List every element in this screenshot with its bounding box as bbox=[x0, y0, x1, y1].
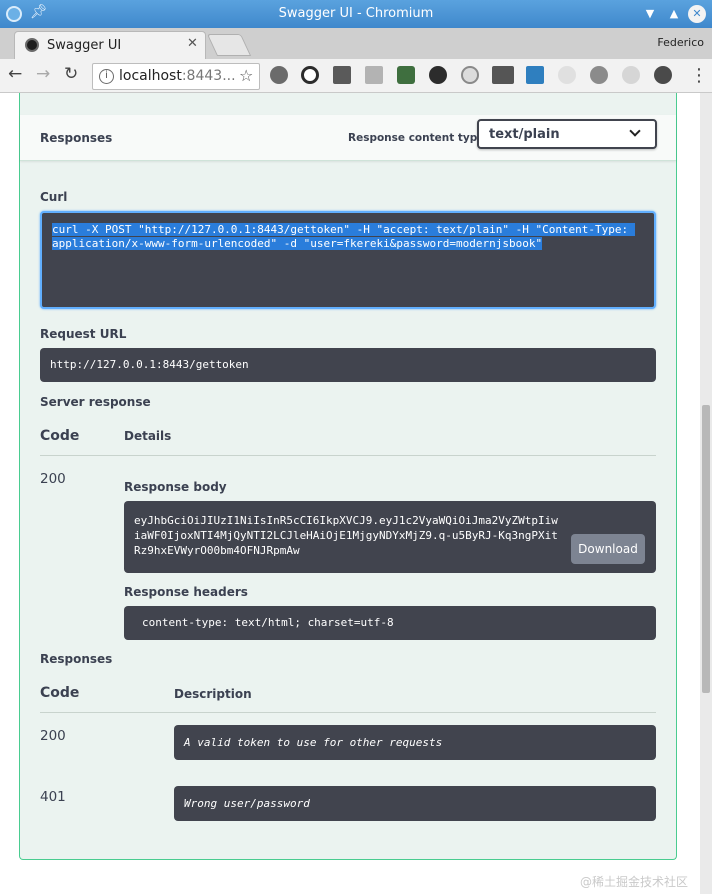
server-table-divider bbox=[40, 455, 656, 456]
response-code-401: 401 bbox=[40, 789, 66, 805]
new-tab-button[interactable] bbox=[206, 34, 252, 56]
maximize-icon[interactable]: ▲ bbox=[665, 5, 683, 23]
response-headers-text: content-type: text/html; charset=utf-8 bbox=[142, 616, 394, 629]
responses-title: Responses bbox=[40, 131, 113, 145]
response-content-type-select[interactable]: text/plain bbox=[477, 119, 657, 149]
response-code-200: 200 bbox=[40, 728, 66, 744]
extension-s-icon[interactable] bbox=[526, 66, 544, 84]
extension-gear-icon[interactable] bbox=[654, 66, 672, 84]
chevron-down-icon bbox=[629, 125, 641, 137]
request-url: http://127.0.0.1:8443/gettoken bbox=[50, 358, 249, 371]
extension-evernote-icon[interactable] bbox=[397, 66, 415, 84]
bookmark-star-icon[interactable]: ☆ bbox=[239, 66, 253, 85]
forward-arrow-icon[interactable]: → bbox=[36, 64, 50, 84]
window-title: Swagger UI - Chromium bbox=[278, 6, 434, 21]
response-headers-box: content-type: text/html; charset=utf-8 bbox=[124, 606, 656, 640]
page-viewport: Responses Response content type text/pla… bbox=[0, 93, 700, 894]
extension-globe-icon[interactable] bbox=[270, 66, 288, 84]
extension-google-icon[interactable] bbox=[558, 66, 576, 84]
response-body-label: Response body bbox=[124, 480, 227, 494]
server-details-header: Details bbox=[124, 429, 172, 443]
responses-table-divider bbox=[40, 712, 656, 713]
address-url[interactable]: localhost:8443... bbox=[119, 68, 236, 84]
curl-box[interactable]: curl -X POST "http://127.0.0.1:8443/gett… bbox=[40, 211, 656, 309]
response-description-401: Wrong user/password bbox=[174, 786, 656, 821]
response-headers-label: Response headers bbox=[124, 585, 248, 599]
response-body-text[interactable]: eyJhbGciOiJIUzI1NiIsInR5cCI6IkpXVCJ9.eyJ… bbox=[134, 513, 564, 558]
download-button[interactable]: Download bbox=[571, 534, 645, 564]
response-description-200: A valid token to use for other requests bbox=[174, 725, 656, 760]
watermark: @稀土掘金技术社区 bbox=[579, 875, 688, 889]
minimize-icon[interactable]: ▼ bbox=[641, 5, 659, 23]
responses-code-header: Code bbox=[40, 685, 80, 701]
extension-opera-icon[interactable] bbox=[301, 66, 319, 84]
window-titlebar: 📌︎ Swagger UI - Chromium ▼ ▲ ✕ bbox=[0, 0, 712, 28]
reload-icon[interactable]: ↻ bbox=[64, 64, 78, 84]
back-arrow-icon[interactable]: ← bbox=[8, 64, 22, 84]
server-response-code: 200 bbox=[40, 471, 66, 487]
response-description-text: A valid token to use for other requests bbox=[184, 736, 443, 749]
curl-command-text[interactable]: curl -X POST "http://127.0.0.1:8443/gett… bbox=[52, 223, 648, 251]
scrollbar-thumb[interactable] bbox=[702, 405, 710, 693]
address-host: localhost bbox=[119, 68, 182, 84]
operation-block: Responses Response content type text/pla… bbox=[19, 93, 677, 860]
response-body-box: eyJhbGciOiJIUzI1NiIsInR5cCI6IkpXVCJ9.eyJ… bbox=[124, 501, 656, 573]
curl-label: Curl bbox=[40, 190, 68, 204]
site-info-icon[interactable]: i bbox=[99, 69, 114, 84]
request-url-label: Request URL bbox=[40, 327, 127, 341]
tab-strip: Swagger UI ✕ Federico bbox=[0, 28, 712, 59]
extension-bike-icon[interactable] bbox=[590, 66, 608, 84]
tab-label: Swagger UI bbox=[47, 38, 122, 53]
server-response-label: Server response bbox=[40, 395, 151, 409]
address-bar[interactable]: i localhost:8443... ☆ bbox=[92, 63, 260, 90]
server-code-header: Code bbox=[40, 428, 80, 444]
swagger-favicon-icon bbox=[25, 38, 39, 52]
responses-description-header: Description bbox=[174, 687, 252, 701]
extension-camera-icon[interactable] bbox=[461, 66, 479, 84]
close-window-icon[interactable]: ✕ bbox=[688, 5, 706, 23]
response-description-text: Wrong user/password bbox=[184, 797, 310, 810]
content-type-value: text/plain bbox=[489, 127, 560, 142]
curl-command[interactable]: curl -X POST "http://127.0.0.1:8443/gett… bbox=[52, 223, 635, 250]
tab-close-icon[interactable]: ✕ bbox=[187, 36, 198, 51]
extension-react-icon[interactable] bbox=[429, 66, 447, 84]
vertical-scrollbar[interactable] bbox=[700, 93, 712, 894]
responses-section-label: Responses bbox=[40, 652, 113, 666]
browser-menu-icon[interactable]: ⋮ bbox=[690, 65, 708, 86]
profile-name[interactable]: Federico bbox=[657, 36, 704, 49]
request-url-box: http://127.0.0.1:8443/gettoken bbox=[40, 348, 656, 382]
response-content-type-label: Response content type bbox=[348, 132, 485, 144]
extension-circle-icon[interactable] bbox=[622, 66, 640, 84]
address-rest: :8443... bbox=[181, 68, 236, 84]
responses-header: Responses Response content type text/pla… bbox=[20, 115, 676, 161]
extension-gmail-icon[interactable] bbox=[333, 66, 351, 84]
operation-top-strip bbox=[20, 93, 676, 115]
extension-dropbox-icon[interactable] bbox=[365, 66, 383, 84]
browser-toolbar: ← → ↻ i localhost:8443... ☆ ⋮ bbox=[0, 59, 712, 93]
extension-cors-icon[interactable] bbox=[492, 66, 514, 84]
tab-swagger-ui[interactable]: Swagger UI ✕ bbox=[14, 31, 206, 59]
